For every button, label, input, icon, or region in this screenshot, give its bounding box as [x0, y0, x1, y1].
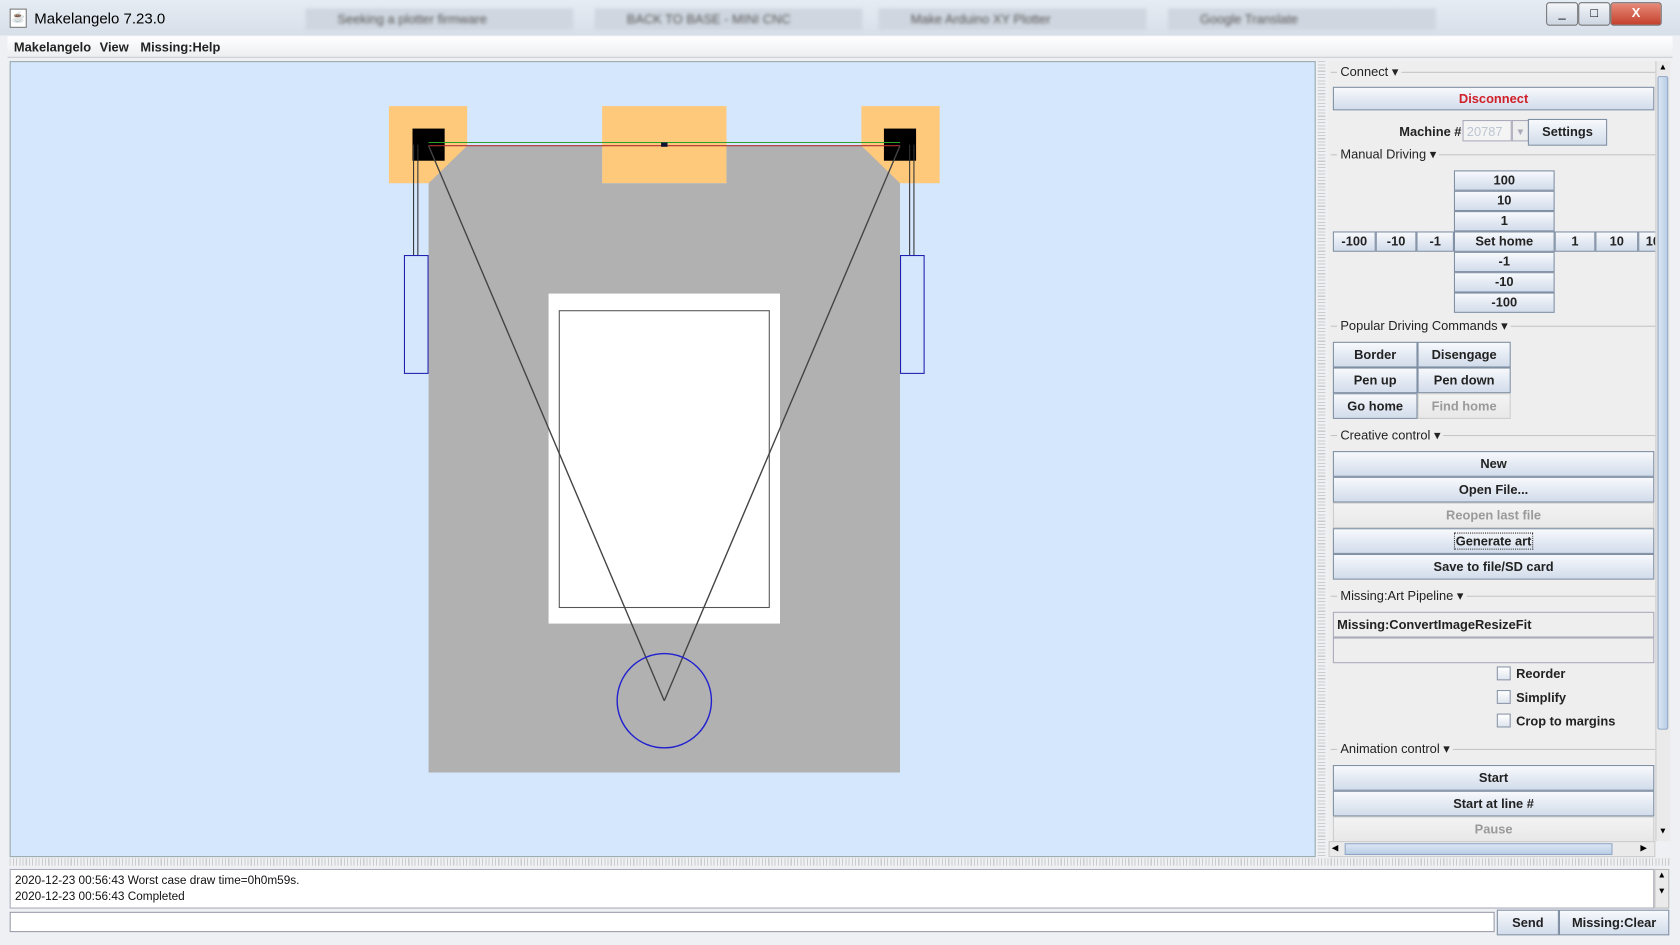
art-pipeline-title[interactable]: Missing:Art Pipeline ▾: [1337, 588, 1467, 604]
art-pipeline-section: Missing:Art Pipeline ▾ Missing:ConvertIm…: [1330, 588, 1656, 736]
scrollbar-thumb[interactable]: [1657, 76, 1669, 730]
popular-commands-section: Popular Driving Commands ▾ Border Diseng…: [1330, 318, 1656, 424]
machine-label: Machine #: [1399, 124, 1462, 140]
checkbox-icon: [1496, 690, 1511, 704]
browser-tab[interactable]: Seeking a plotter firmware: [305, 8, 574, 31]
open-file-button[interactable]: Open File...: [1332, 476, 1655, 503]
generate-art-label: Generate art: [1453, 532, 1534, 550]
jog-x-plus-10[interactable]: 10: [1595, 231, 1639, 252]
jog-x-plus-100[interactable]: 100: [1638, 231, 1656, 252]
border-button[interactable]: Border: [1332, 341, 1418, 368]
scrollbar-thumb[interactable]: [1344, 843, 1613, 856]
save-button[interactable]: Save to file/SD card: [1332, 553, 1655, 580]
pipeline-empty-slot[interactable]: [1332, 637, 1655, 664]
find-home-button: Find home: [1417, 393, 1511, 419]
menu-help[interactable]: Missing:Help: [140, 40, 220, 55]
browser-tab[interactable]: BACK TO BASE - MINI CNC: [594, 8, 863, 31]
manual-driving-title[interactable]: Manual Driving ▾: [1337, 146, 1440, 162]
crop-to-margins-checkbox[interactable]: Crop to margins: [1496, 713, 1615, 729]
reopen-last-file-button: Reopen last file: [1332, 502, 1655, 529]
connect-title[interactable]: Connect ▾: [1337, 64, 1402, 80]
send-button[interactable]: Send: [1496, 909, 1559, 936]
checkbox-icon: [1496, 713, 1511, 728]
paper: [548, 293, 781, 624]
right-counterweight: [900, 255, 925, 374]
jog-x-minus-1[interactable]: -1: [1416, 231, 1454, 252]
jog-x-plus-1[interactable]: 1: [1554, 231, 1596, 252]
close-button[interactable]: X: [1610, 2, 1662, 26]
maximize-button[interactable]: □: [1578, 2, 1611, 26]
set-home-button[interactable]: Set home: [1453, 231, 1555, 252]
pipeline-list-item[interactable]: Missing:ConvertImageResizeFit: [1332, 611, 1655, 638]
menu-makelangelo[interactable]: Makelangelo: [14, 40, 91, 55]
panel-horizontal-scrollbar[interactable]: ◀ ▶: [1328, 841, 1656, 858]
log-line: 2020-12-23 00:56:43 Completed: [15, 890, 185, 904]
pen-down-button[interactable]: Pen down: [1417, 367, 1511, 394]
checkbox-icon: [1496, 666, 1511, 681]
jog-y-plus-10[interactable]: 10: [1453, 190, 1555, 212]
browser-tab[interactable]: Google Translate: [1167, 8, 1436, 31]
manual-driving-section: Manual Driving ▾ 100 10 1 -100 -10 -1 Se…: [1330, 146, 1656, 316]
jog-x-minus-100[interactable]: -100: [1332, 231, 1376, 252]
jog-y-plus-100[interactable]: 100: [1453, 170, 1555, 191]
machine-number-select[interactable]: 20787: [1462, 120, 1512, 142]
scroll-left-icon[interactable]: ◀: [1332, 843, 1339, 853]
start-button[interactable]: Start: [1332, 765, 1655, 791]
reorder-checkbox[interactable]: Reorder: [1496, 666, 1565, 681]
start-at-line-button[interactable]: Start at line #: [1332, 790, 1655, 817]
plotter-preview: [388, 106, 940, 773]
clear-button[interactable]: Missing:Clear: [1558, 909, 1670, 936]
disengage-button[interactable]: Disengage: [1417, 341, 1511, 368]
java-cup-icon: ☕: [9, 8, 27, 28]
menu-view[interactable]: View: [100, 40, 129, 55]
scroll-down-icon[interactable]: ▼: [1655, 886, 1668, 896]
window-title: Makelangelo 7.23.0: [34, 9, 166, 27]
vertical-splitter[interactable]: [1317, 61, 1326, 858]
settings-button[interactable]: Settings: [1527, 118, 1608, 146]
log-output: 2020-12-23 00:56:43 Worst case draw time…: [9, 868, 1655, 909]
scroll-right-icon[interactable]: ▶: [1640, 843, 1647, 853]
minimize-button[interactable]: _: [1546, 2, 1579, 26]
animation-control-section: Animation control ▾ Start Start at line …: [1330, 741, 1656, 842]
command-input[interactable]: [9, 911, 1495, 933]
menu-bar: Makelangelo View Missing:Help: [7, 36, 1673, 58]
log-line: 2020-12-23 00:56:43 Worst case draw time…: [15, 874, 300, 888]
creative-control-section: Creative control ▾ New Open File... Reop…: [1330, 427, 1656, 586]
disconnect-button[interactable]: Disconnect: [1332, 86, 1655, 111]
new-button[interactable]: New: [1332, 451, 1655, 477]
jog-y-plus-1[interactable]: 1: [1453, 211, 1555, 232]
jog-y-minus-10[interactable]: -10: [1453, 272, 1555, 293]
chevron-down-icon[interactable]: ▼: [1511, 120, 1529, 142]
panel-vertical-scrollbar[interactable]: ▲ ▼: [1655, 61, 1671, 842]
popular-commands-title[interactable]: Popular Driving Commands ▾: [1337, 318, 1511, 334]
log-scrollbar[interactable]: ▲ ▼: [1654, 868, 1670, 909]
browser-tab[interactable]: Make Arduino XY Plotter: [878, 8, 1147, 31]
controller: [661, 142, 668, 147]
drawing-canvas[interactable]: [9, 61, 1316, 858]
go-home-button[interactable]: Go home: [1332, 393, 1418, 419]
scroll-down-icon[interactable]: ▼: [1659, 826, 1667, 836]
jog-y-minus-100[interactable]: -100: [1453, 292, 1555, 313]
left-counterweight: [403, 255, 429, 374]
animation-control-title[interactable]: Animation control ▾: [1337, 741, 1453, 757]
creative-control-title[interactable]: Creative control ▾: [1337, 427, 1444, 443]
jog-x-minus-10[interactable]: -10: [1375, 231, 1417, 252]
scroll-up-icon[interactable]: ▲: [1655, 870, 1668, 880]
horizontal-splitter[interactable]: [9, 858, 1670, 866]
scroll-up-icon[interactable]: ▲: [1659, 62, 1667, 72]
title-bar: ☕ Makelangelo 7.23.0 Seeking a plotter f…: [0, 0, 1680, 36]
right-motor: [883, 128, 917, 161]
pen-up-button[interactable]: Pen up: [1332, 367, 1418, 394]
simplify-checkbox[interactable]: Simplify: [1496, 690, 1566, 705]
pause-button: Pause: [1332, 816, 1655, 842]
jog-y-minus-1[interactable]: -1: [1453, 251, 1555, 273]
generate-art-button[interactable]: Generate art: [1332, 528, 1655, 554]
control-panel: Connect ▾ Disconnect Machine # 20787 ▼ S…: [1328, 61, 1656, 842]
